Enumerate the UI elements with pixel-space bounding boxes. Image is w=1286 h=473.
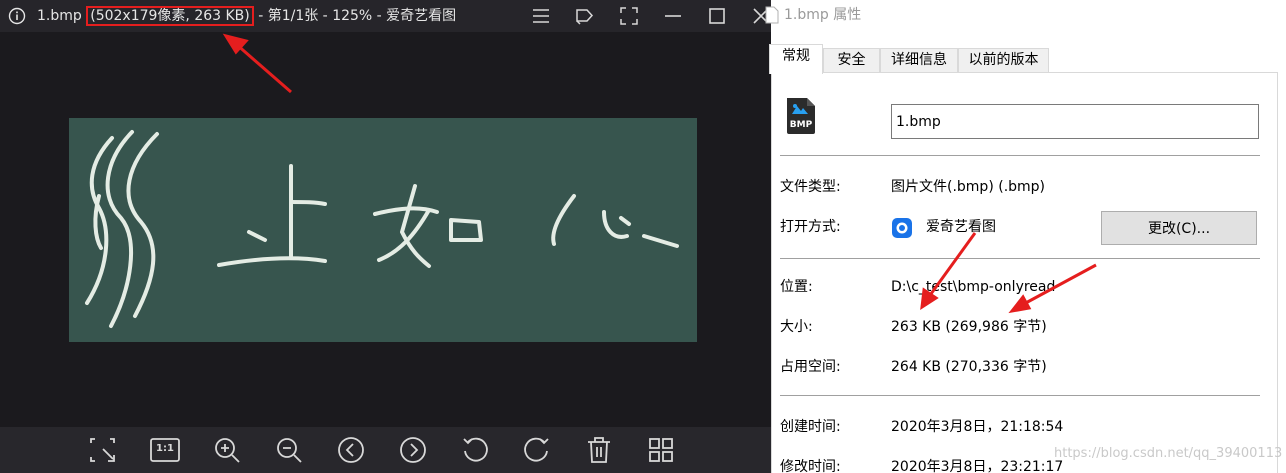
delete-button[interactable] (584, 435, 614, 465)
viewer-title: 1.bmp (502x179像素, 263 KB) - 第1/1张 - 125%… (37, 6, 457, 26)
minimize-icon (664, 15, 681, 17)
actual-size-button[interactable]: 1:1 (150, 435, 180, 465)
tab-security[interactable]: 安全 (823, 48, 880, 73)
location-label: 位置: (780, 279, 813, 295)
separator (780, 155, 1260, 156)
maximize-button[interactable] (702, 5, 731, 27)
rotate-left-icon (463, 437, 488, 462)
filename-input[interactable] (891, 104, 1259, 139)
rotate-right-button[interactable] (522, 435, 552, 465)
pin-button[interactable] (570, 5, 599, 27)
minimize-button[interactable] (658, 5, 687, 27)
chalk-calligraphy-picture (85, 130, 679, 328)
properties-title: 1.bmp 属性 (784, 7, 862, 23)
change-app-button[interactable]: 更改(C)... (1101, 211, 1257, 245)
thumbnails-button[interactable] (646, 435, 676, 465)
title-rest: - 第1/1张 - 125% - 爱奇艺看图 (258, 8, 457, 24)
pin-icon (575, 9, 593, 25)
crop-icon (90, 438, 115, 462)
created-value: 2020年3月8日，21:18:54 (891, 419, 1064, 435)
file-type-label: 文件类型: (780, 179, 841, 195)
file-properties-dialog: 1.bmp 属性 常规 安全 详细信息 以前的版本 BMP 文件类型: 图片文件… (765, 0, 1286, 473)
iqiyi-viewer-app-icon (892, 218, 912, 238)
bmp-icon-label: BMP (789, 120, 813, 130)
image-canvas (0, 32, 771, 427)
opens-with-label: 打开方式: (780, 219, 841, 235)
tab-details[interactable]: 详细信息 (880, 48, 958, 73)
separator (780, 395, 1260, 396)
general-tab-panel: BMP 文件类型: 图片文件(.bmp) (.bmp) 打开方式: 爱奇艺看图 … (771, 72, 1278, 473)
crop-button[interactable] (88, 435, 118, 465)
separator (780, 258, 1260, 259)
rotate-right-icon (524, 437, 549, 462)
disk-size-value: 264 KB (270,336 字节) (891, 359, 1047, 375)
zoom-in-button[interactable] (212, 435, 242, 465)
file-type-value: 图片文件(.bmp) (.bmp) (891, 179, 1046, 195)
next-icon (400, 437, 426, 463)
modified-label: 修改时间: (780, 459, 841, 473)
opens-with-app: 爱奇艺看图 (926, 219, 996, 235)
size-value: 263 KB (269,986 字节) (891, 319, 1047, 335)
disk-size-label: 占用空间: (780, 359, 841, 375)
title-filename: 1.bmp (37, 8, 82, 24)
info-icon[interactable] (8, 7, 26, 25)
next-button[interactable] (398, 435, 428, 465)
watermark: https://blog.csdn.net/qq_39400113 (1054, 446, 1283, 461)
properties-title-bar: 1.bmp 属性 (765, 0, 1286, 30)
properties-tabs: 常规 安全 详细信息 以前的版本 (769, 44, 1286, 74)
tab-general[interactable]: 常规 (769, 44, 823, 74)
created-label: 创建时间: (780, 419, 841, 435)
actual-size-label: 1:1 (156, 443, 174, 454)
location-value: D:\c_test\bmp-onlyread (891, 279, 1056, 295)
size-label: 大小: (780, 319, 813, 335)
viewer-window-controls (526, 5, 775, 27)
menu-icon (532, 9, 549, 23)
maximize-icon (708, 8, 725, 24)
modified-value: 2020年3月8日，23:21:17 (891, 459, 1064, 473)
viewer-toolbar: 1:1 (0, 427, 771, 473)
viewer-title-bar: 1.bmp (502x179像素, 263 KB) - 第1/1张 - 125%… (0, 0, 771, 32)
previous-button[interactable] (336, 435, 366, 465)
menu-button[interactable] (526, 5, 555, 27)
zoom-out-button[interactable] (274, 435, 304, 465)
fullscreen-icon (619, 7, 638, 25)
file-icon (765, 6, 779, 24)
zoom-out-icon (277, 438, 302, 463)
title-size-highlight: (502x179像素, 263 KB) (86, 6, 254, 26)
zoom-in-icon (215, 438, 240, 463)
fullscreen-button[interactable] (614, 5, 643, 27)
delete-icon (588, 437, 610, 463)
rotate-left-button[interactable] (460, 435, 490, 465)
image-viewer-window: 1.bmp (502x179像素, 263 KB) - 第1/1张 - 125%… (0, 0, 771, 473)
chalkboard-image (69, 118, 697, 342)
tab-previous-versions[interactable]: 以前的版本 (958, 48, 1049, 73)
previous-icon (338, 437, 364, 463)
thumbnails-icon (649, 438, 673, 462)
